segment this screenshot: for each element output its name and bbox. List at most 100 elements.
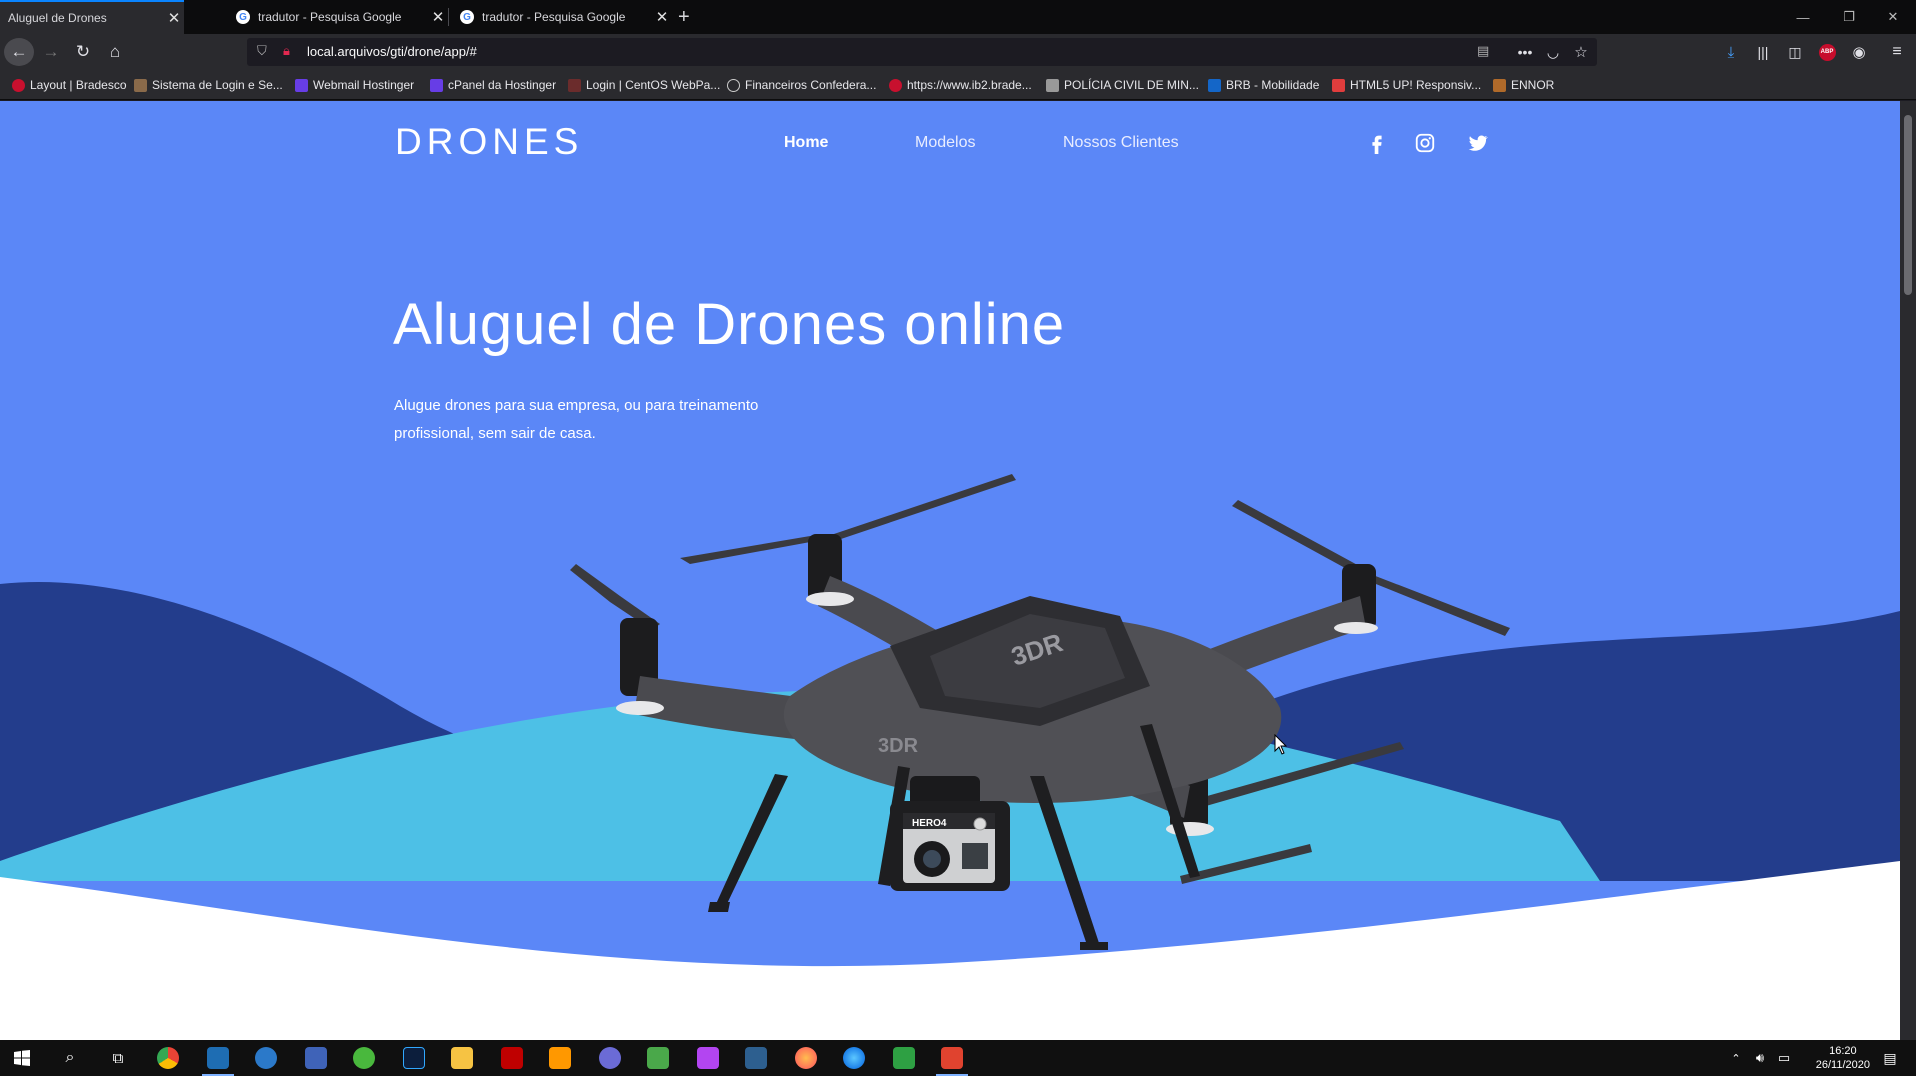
tab-label: tradutor - Pesquisa Google	[258, 10, 402, 24]
sublime-text-icon[interactable]	[540, 1044, 580, 1072]
app-icon[interactable]	[246, 1044, 286, 1072]
reader-view-icon[interactable]: ▤	[1477, 43, 1489, 59]
url-bar[interactable]: ⛉ 🔒︎ local.arquivos/gti/drone/app/# ▤	[247, 38, 1597, 66]
menu-icon[interactable]: ≡	[1882, 38, 1912, 66]
html5up-icon	[1332, 78, 1345, 92]
centos-icon	[568, 78, 581, 92]
tab-label: tradutor - Pesquisa Google	[482, 10, 626, 24]
brb-icon	[1208, 78, 1221, 92]
hero-subtitle: Alugue drones para sua empresa, ou para …	[394, 397, 759, 442]
close-tab-icon[interactable]: ✕	[652, 8, 672, 26]
app-icon[interactable]	[590, 1044, 630, 1072]
task-view-icon[interactable]: ⧉	[98, 1044, 138, 1072]
sidebar-icon[interactable]: ◫	[1780, 38, 1810, 66]
firefox-icon[interactable]	[786, 1044, 826, 1072]
file-explorer-icon[interactable]	[442, 1044, 482, 1072]
navigation-toolbar: ← → ↻ ⌂ ⛉ 🔒︎ local.arquivos/gti/drone/ap…	[0, 34, 1916, 71]
account-icon[interactable]: ◉	[1844, 38, 1874, 66]
scrollbar-thumb[interactable]	[1904, 115, 1912, 295]
phpstorm-icon[interactable]	[688, 1044, 728, 1072]
camera-label: HERO4	[912, 818, 947, 829]
hostinger-icon	[430, 78, 443, 92]
tab-label: Aluguel de Drones	[8, 11, 107, 25]
nav-modelos-link[interactable]: Modelos	[915, 134, 975, 152]
new-tab-button[interactable]: +	[676, 0, 700, 34]
reload-icon[interactable]: ↻	[68, 38, 98, 66]
minimize-icon[interactable]: —	[1780, 0, 1826, 34]
tab-tradutor-2[interactable]: G tradutor - Pesquisa Google ✕	[452, 0, 672, 34]
bookmark-item[interactable]: BRB - Mobilidade	[1208, 78, 1319, 92]
hero-title: Aluguel de Drones online	[393, 292, 1066, 357]
insecure-lock-icon[interactable]: 🔒︎	[283, 43, 290, 59]
back-icon[interactable]: ←	[4, 38, 34, 66]
globe-icon	[727, 78, 740, 92]
close-tab-icon[interactable]: ✕	[428, 8, 448, 26]
bookmark-item[interactable]: Sistema de Login e Se...	[134, 78, 283, 92]
tab-strip: Aluguel de Drones ✕ G tradutor - Pesquis…	[0, 0, 1916, 34]
police-icon	[1046, 78, 1059, 92]
notifications-icon[interactable]: ▤	[1870, 1044, 1910, 1072]
bookmark-item[interactable]: https://www.ib2.brade...	[889, 78, 1032, 92]
app-icon[interactable]	[198, 1044, 238, 1076]
instagram-icon[interactable]	[1414, 132, 1436, 154]
mouse-cursor-icon	[1274, 734, 1288, 755]
mysql-workbench-icon[interactable]	[736, 1044, 776, 1072]
close-window-icon[interactable]: ✕	[1870, 0, 1916, 34]
windows-start-icon[interactable]	[2, 1044, 42, 1072]
forward-icon[interactable]: →	[36, 38, 66, 66]
facebook-icon[interactable]	[1366, 132, 1388, 154]
network-app-icon[interactable]	[296, 1044, 336, 1072]
google-icon: G	[460, 10, 474, 24]
adblock-plus-icon[interactable]: ABP	[1812, 38, 1842, 66]
twitter-icon[interactable]	[1467, 132, 1489, 154]
drone-image: 3DR 3DR HERO4	[570, 474, 1510, 950]
site-icon	[134, 78, 147, 92]
nav-home-link[interactable]: Home	[784, 134, 828, 152]
site-logo[interactable]: DRONES	[395, 121, 583, 163]
chrome-icon[interactable]	[148, 1044, 188, 1072]
bradesco-icon	[889, 78, 902, 92]
clock-date: 26/11/2020	[1815, 1059, 1870, 1071]
bookmark-item[interactable]: Webmail Hostinger	[295, 78, 414, 92]
search-icon[interactable]: ⌕	[50, 1044, 90, 1072]
ennor-icon	[1493, 78, 1506, 92]
bookmark-item[interactable]: cPanel da Hostinger	[430, 78, 556, 92]
bookmark-item[interactable]: Login | CentOS WebPa...	[568, 78, 720, 92]
app-icon[interactable]	[344, 1044, 384, 1072]
downloads-icon[interactable]: ⤓	[1716, 38, 1746, 66]
bookmark-star-icon[interactable]: ☆	[1566, 38, 1596, 66]
bookmark-item[interactable]: ENNOR	[1493, 78, 1554, 92]
page-scrollbar[interactable]	[1900, 101, 1916, 1040]
notepad-icon[interactable]	[638, 1044, 678, 1072]
bookmark-item[interactable]: HTML5 UP! Responsiv...	[1332, 78, 1481, 92]
more-actions-icon[interactable]: •••	[1510, 38, 1540, 66]
restore-icon[interactable]: ❐	[1826, 0, 1872, 34]
windows-taskbar: ⌕ ⧉ ⌃ 🔊︎ ▭ 16:20 26/11/2020 ▤	[0, 1040, 1916, 1076]
pocket-icon[interactable]: ◡	[1538, 38, 1568, 66]
system-clock[interactable]: 16:20 26/11/2020	[1816, 1044, 1870, 1072]
tab-separator	[448, 8, 449, 26]
clock-time: 16:20	[1829, 1045, 1857, 1057]
google-icon: G	[236, 10, 250, 24]
bookmark-item[interactable]: Financeiros Confedera...	[727, 78, 876, 92]
bookmark-item[interactable]: POLÍCIA CIVIL DE MIN...	[1046, 78, 1199, 92]
bookmark-item[interactable]: Layout | Bradesco	[12, 78, 127, 92]
bradesco-icon	[12, 78, 25, 92]
filezilla-icon[interactable]	[492, 1044, 532, 1072]
photoshop-icon[interactable]	[394, 1044, 434, 1072]
tracking-shield-icon[interactable]: ⛉	[257, 43, 267, 59]
home-icon[interactable]: ⌂	[100, 38, 130, 66]
library-icon[interactable]: |||	[1748, 38, 1778, 66]
nav-nossos-clientes-link[interactable]: Nossos Clientes	[1063, 134, 1179, 152]
hostinger-icon	[295, 78, 308, 92]
firefox-dev-icon[interactable]	[834, 1044, 874, 1072]
camtasia-recorder-icon[interactable]	[932, 1044, 972, 1076]
tab-aluguel-de-drones[interactable]: Aluguel de Drones ✕	[0, 0, 184, 34]
url-text[interactable]: local.arquivos/gti/drone/app/#	[307, 44, 477, 59]
camtasia-icon[interactable]	[884, 1044, 924, 1072]
close-tab-icon[interactable]: ✕	[164, 9, 184, 27]
drone-brand-side: 3DR	[878, 735, 919, 757]
bookmarks-toolbar: Layout | Bradesco Sistema de Login e Se.…	[0, 71, 1916, 100]
network-icon[interactable]: ▭	[1764, 1044, 1804, 1072]
tab-tradutor-1[interactable]: G tradutor - Pesquisa Google ✕	[228, 0, 448, 34]
